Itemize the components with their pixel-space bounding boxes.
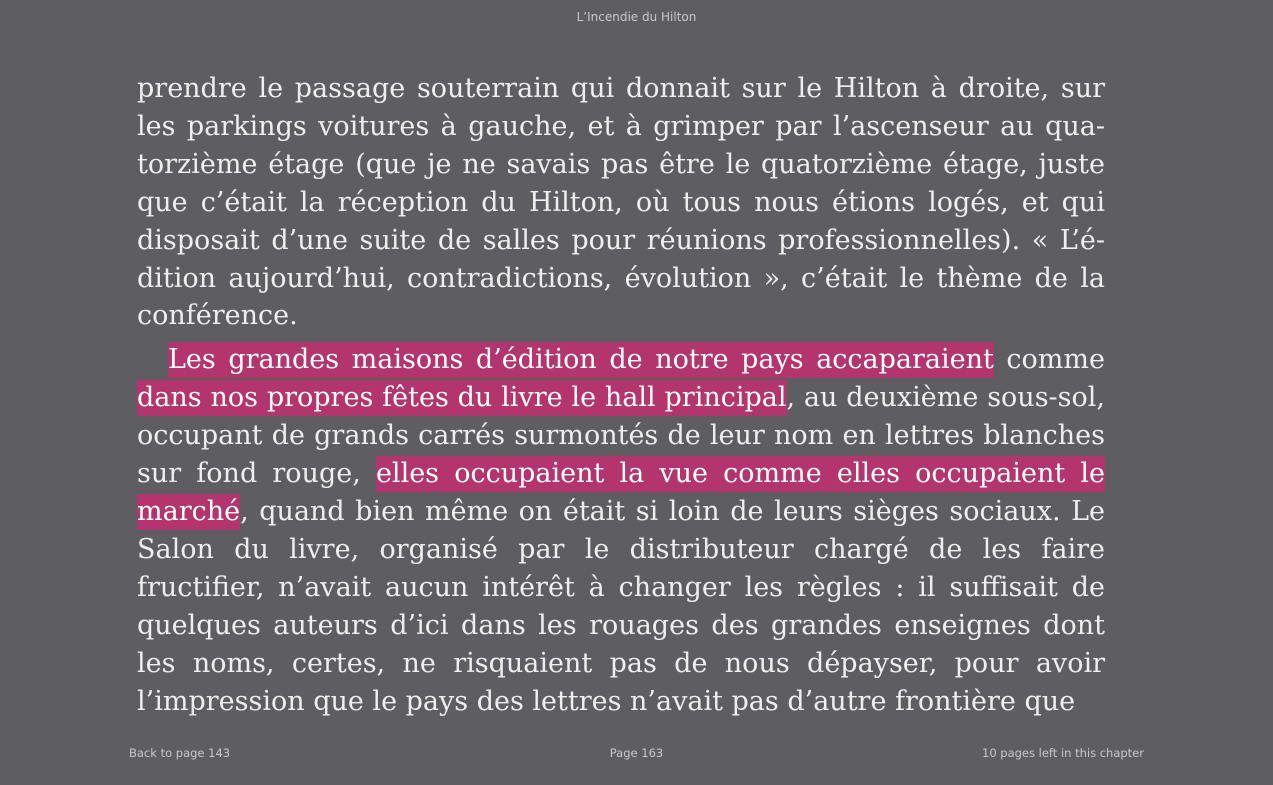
reader-window: L’Incendie du Hilton prendre le passage … xyxy=(0,0,1273,785)
page-footer: Back to page 143 Page 163 10 pages left … xyxy=(0,746,1273,762)
page-content[interactable]: prendre le passage souterrain qui donnai… xyxy=(137,70,1106,720)
paragraph-2[interactable]: Les grandes maisons d’édition de notre p… xyxy=(137,341,1106,720)
paragraph-1[interactable]: prendre le passage souterrain qui donnai… xyxy=(137,70,1105,335)
book-title: L’Incendie du Hilton xyxy=(576,10,697,24)
highlight-2[interactable]: dans nos propres fêtes du livre le hall … xyxy=(137,380,787,417)
pages-left-indicator: 10 pages left in this chapter xyxy=(982,746,1144,760)
paragraph-2-text-3: , quand bien même on était si loin de le… xyxy=(137,495,1105,717)
highlight-1[interactable]: Les grandes maisons d’édition de notre p… xyxy=(168,342,994,379)
paragraph-2-text-1: comme xyxy=(993,344,1105,376)
